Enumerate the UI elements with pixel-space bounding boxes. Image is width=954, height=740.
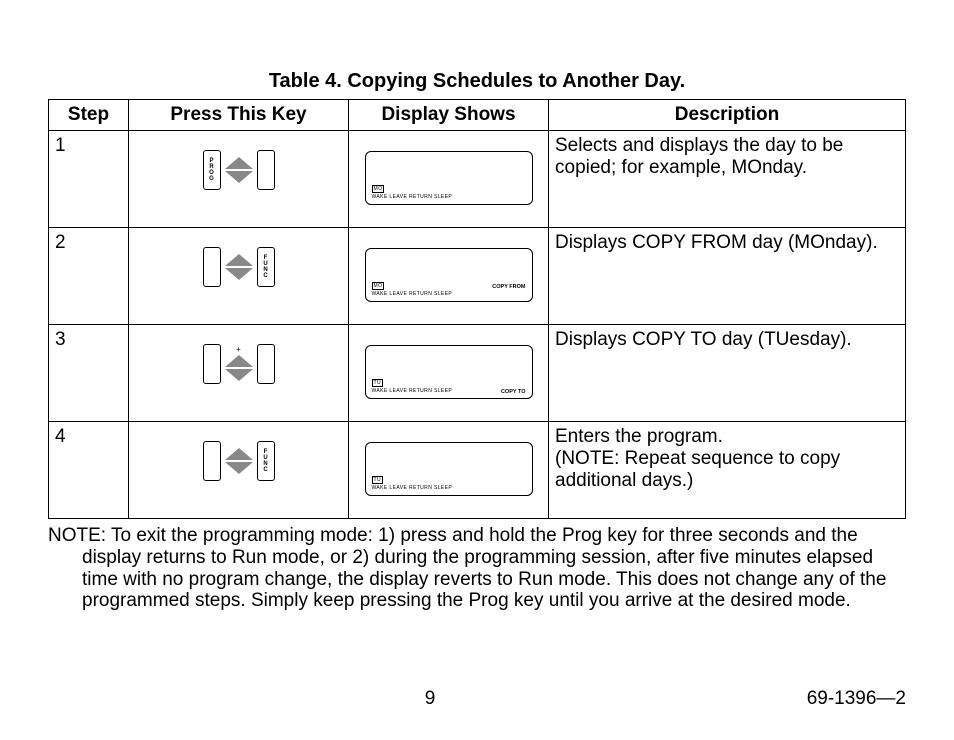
description-cell: Displays COPY FROM day (MOnday). — [549, 227, 906, 324]
up-down-arrows-icon — [225, 157, 253, 183]
table-header-row: Step Press This Key Display Shows Descri… — [49, 100, 906, 131]
lcd-periods: WAKE LEAVE RETURN SLEEP — [372, 292, 453, 298]
footnote: NOTE: To exit the programming mode: 1) p… — [48, 525, 906, 612]
col-desc: Description — [549, 100, 906, 131]
description-cell: Enters the program.(NOTE: Repeat sequenc… — [549, 421, 906, 518]
manual-page: Table 4. Copying Schedules to Another Da… — [0, 0, 954, 740]
display-cell: MO WAKE LEAVE RETURN SLEEP — [349, 130, 549, 227]
lcd-periods: WAKE LEAVE RETURN SLEEP — [372, 389, 453, 395]
press-key-cell: PROG — [129, 130, 349, 227]
lcd-day: TU — [372, 476, 383, 484]
display-cell: TU WAKE LEAVE RETURN SLEEP — [349, 421, 549, 518]
blank-key-icon — [203, 247, 221, 287]
step-number: 1 — [49, 130, 129, 227]
up-down-arrows-icon — [225, 254, 253, 280]
lcd-display-icon: MO WAKE LEAVE RETURN SLEEP — [365, 151, 533, 205]
description-cell: Displays COPY TO day (TUesday). — [549, 324, 906, 421]
step-number: 4 — [49, 421, 129, 518]
lcd-day: MO — [372, 282, 385, 290]
step-number: 3 — [49, 324, 129, 421]
lcd-day: TU — [372, 379, 383, 387]
col-step: Step — [49, 100, 129, 131]
lcd-display-icon: TU WAKE LEAVE RETURN SLEEP — [365, 442, 533, 496]
blank-key-icon — [257, 150, 275, 190]
table-caption: Table 4. Copying Schedules to Another Da… — [48, 70, 906, 93]
page-footer: . 9 69-1396—2 — [0, 688, 954, 710]
display-cell: TU WAKE LEAVE RETURN SLEEP COPY TO — [349, 324, 549, 421]
col-display: Display Shows — [349, 100, 549, 131]
blank-key-icon — [257, 344, 275, 384]
press-key-cell: FUNC — [129, 421, 349, 518]
copy-schedule-table: Step Press This Key Display Shows Descri… — [48, 99, 906, 519]
lcd-day: MO — [372, 185, 385, 193]
table-row: 4 FUNC TU WAKE LEAVE RETURN SLEEP Enters the… — [49, 421, 906, 518]
description-cell: Selects and displays the day to be copie… — [549, 130, 906, 227]
table-row: 2 FUNC MO WAKE LEAVE RETURN SLEEP COPY FROM D… — [49, 227, 906, 324]
doc-number: 69-1396—2 — [807, 688, 906, 710]
lcd-display-icon: TU WAKE LEAVE RETURN SLEEP COPY TO — [365, 345, 533, 399]
col-key: Press This Key — [129, 100, 349, 131]
lcd-annunciator: COPY TO — [501, 389, 526, 395]
lcd-display-icon: MO WAKE LEAVE RETURN SLEEP COPY FROM — [365, 248, 533, 302]
lcd-periods: WAKE LEAVE RETURN SLEEP — [372, 195, 453, 201]
press-key-cell: + — [129, 324, 349, 421]
up-down-arrows-icon — [225, 448, 253, 474]
table-row: 1 PROG MO WAKE LEAVE RETURN SLEEP Selects an… — [49, 130, 906, 227]
func-key-icon: FUNC — [257, 247, 275, 287]
up-down-arrows-icon: + — [225, 346, 253, 381]
step-number: 2 — [49, 227, 129, 324]
blank-key-icon — [203, 441, 221, 481]
lcd-annunciator: COPY FROM — [492, 284, 525, 290]
display-cell: MO WAKE LEAVE RETURN SLEEP COPY FROM — [349, 227, 549, 324]
func-key-icon: FUNC — [257, 441, 275, 481]
lcd-periods: WAKE LEAVE RETURN SLEEP — [372, 486, 453, 492]
prog-key-icon: PROG — [203, 150, 221, 190]
plus-icon: + — [236, 345, 241, 354]
page-number: 9 — [425, 688, 436, 710]
table-row: 3 + TU WAKE LEAVE RETURN SLEEP COPY TO Displa… — [49, 324, 906, 421]
press-key-cell: FUNC — [129, 227, 349, 324]
blank-key-icon — [203, 344, 221, 384]
